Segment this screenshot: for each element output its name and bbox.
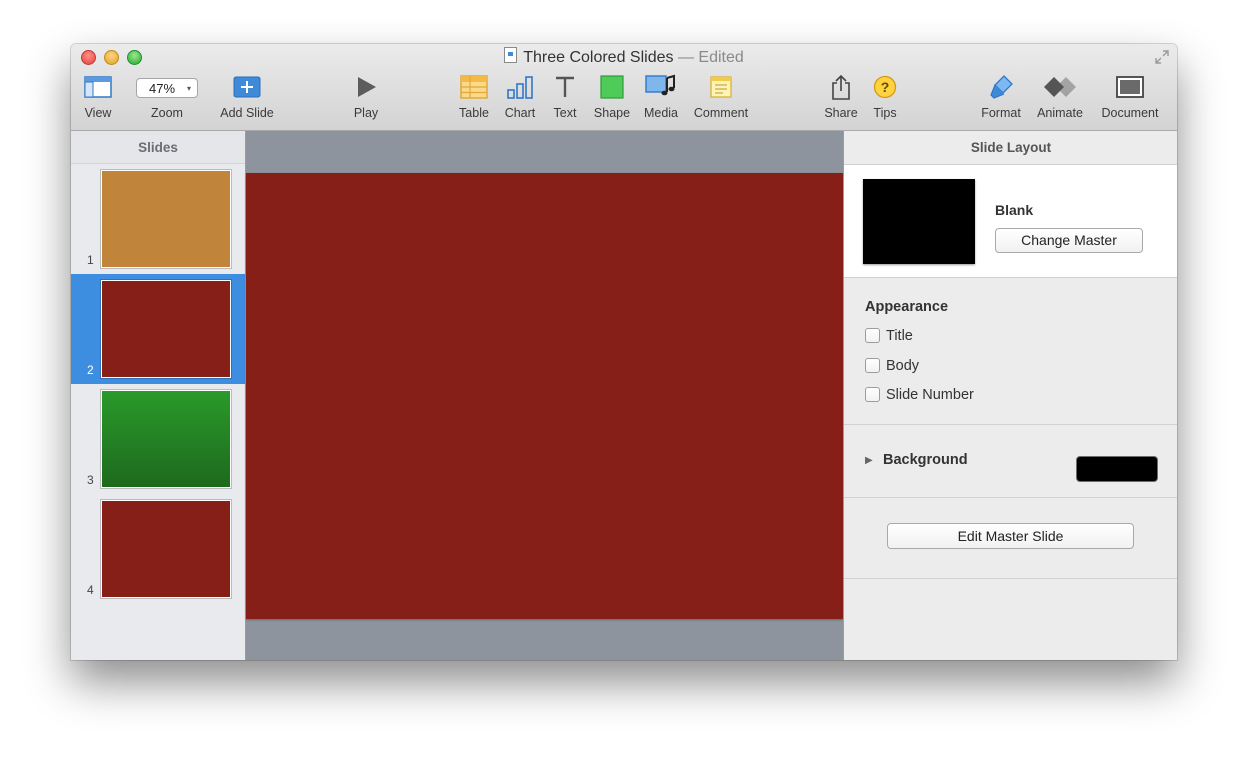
fullscreen-icon[interactable] (1155, 50, 1169, 64)
add-slide-button[interactable]: Add Slide (217, 72, 277, 120)
zoom-label: Zoom (151, 106, 183, 120)
view-label: View (84, 106, 112, 120)
slides-header: Slides (71, 131, 245, 164)
comment-label: Comment (693, 106, 749, 120)
text-button[interactable]: Text (549, 72, 581, 120)
add-slide-label: Add Slide (220, 106, 274, 120)
slide-thumbnail-row[interactable]: 4 (71, 494, 245, 604)
slide-thumbnail-row[interactable]: 1 (71, 164, 245, 274)
slide-number-checkbox-label: Slide Number (886, 387, 974, 403)
master-thumbnail[interactable] (863, 179, 975, 264)
animate-label: Animate (1037, 106, 1083, 120)
tips-label: Tips (873, 106, 897, 120)
slide-thumbnail[interactable] (101, 170, 231, 268)
master-section: Blank Change Master (844, 165, 1177, 278)
add-slide-icon (233, 76, 261, 101)
body-checkbox-row[interactable]: Body (865, 357, 919, 375)
title-checkbox-row[interactable]: Title (865, 327, 913, 345)
body-checkbox[interactable] (865, 358, 880, 373)
slide-number: 4 (87, 583, 94, 597)
inspector-title: Slide Layout (844, 131, 1177, 165)
appearance-title: Appearance (865, 299, 949, 315)
document-button[interactable]: Document (1097, 72, 1163, 120)
play-button[interactable]: Play (351, 72, 381, 120)
share-button[interactable]: Share (821, 72, 861, 120)
media-label: Media (643, 106, 679, 120)
table-icon (460, 74, 488, 102)
tips-icon: ? (873, 75, 897, 102)
slide-thumbnail[interactable] (101, 280, 231, 378)
slide-thumbnail-row[interactable]: 3 (71, 384, 245, 494)
view-icon (84, 75, 112, 101)
slide-number: 1 (87, 253, 94, 267)
keynote-window: Three Colored Slides — Edited View 47% ▾… (71, 44, 1177, 660)
format-label: Format (981, 106, 1021, 120)
chevron-down-icon: ▾ (186, 84, 191, 93)
slide-number: 2 (87, 363, 94, 377)
media-button[interactable]: Media (640, 72, 682, 120)
title-checkbox[interactable] (865, 328, 880, 343)
slide-number-checkbox-row[interactable]: Slide Number (865, 386, 974, 404)
master-name: Blank (995, 202, 1034, 218)
window-title: Three Colored Slides (523, 49, 674, 66)
share-label: Share (824, 106, 858, 120)
edit-master-section: Edit Master Slide (844, 498, 1177, 579)
shape-button[interactable]: Shape (592, 72, 632, 120)
current-slide[interactable] (246, 173, 843, 619)
background-color-well[interactable] (1076, 456, 1158, 482)
body-checkbox-label: Body (886, 358, 920, 374)
inspector-panel: Slide Layout Blank Change Master Appeara… (843, 131, 1177, 660)
slide-navigator: Slides 1 2 3 4 (71, 131, 246, 660)
play-label: Play (353, 106, 379, 120)
format-button[interactable]: Format (977, 72, 1025, 120)
tips-button[interactable]: ? Tips (868, 72, 902, 120)
animate-icon (1042, 75, 1078, 102)
slide-canvas[interactable] (246, 131, 843, 660)
format-icon (988, 74, 1014, 103)
view-button[interactable]: View (83, 72, 113, 120)
title-checkbox-label: Title (886, 328, 913, 344)
share-icon (830, 74, 852, 103)
comment-icon (709, 75, 733, 102)
zoom-select[interactable]: 47% ▾ (136, 78, 198, 98)
title-separator: — (677, 49, 694, 66)
slide-thumbnail[interactable] (101, 390, 231, 488)
zoom-value: 47% (148, 81, 176, 96)
chart-label: Chart (504, 106, 536, 120)
disclosure-triangle-icon[interactable]: ▶ (865, 455, 873, 466)
edited-status: Edited (698, 49, 744, 66)
media-icon (645, 74, 677, 103)
animate-button[interactable]: Animate (1033, 72, 1087, 120)
play-icon (354, 75, 378, 102)
chart-icon (506, 75, 534, 102)
chart-button[interactable]: Chart (502, 72, 538, 120)
change-master-button[interactable]: Change Master (995, 228, 1143, 253)
edit-master-slide-button[interactable]: Edit Master Slide (887, 523, 1134, 549)
document-icon (1116, 75, 1144, 101)
text-icon (553, 75, 577, 102)
table-button[interactable]: Table (456, 72, 492, 120)
zoom-control[interactable]: 47% ▾ Zoom (134, 72, 200, 120)
background-section: ▶ Background (844, 425, 1177, 498)
appearance-section: Appearance Title Body Slide Number (844, 278, 1177, 425)
comment-button[interactable]: Comment (689, 72, 753, 120)
shape-label: Shape (593, 106, 631, 120)
toolbar: Three Colored Slides — Edited View 47% ▾… (71, 44, 1177, 131)
document-proxy-icon[interactable] (504, 47, 518, 63)
window-title-bar: Three Colored Slides — Edited (71, 47, 1177, 69)
shape-icon (600, 74, 624, 102)
slide-number: 3 (87, 473, 94, 487)
background-label[interactable]: Background (883, 452, 968, 468)
slide-thumbnail-row[interactable]: 2 (71, 274, 245, 384)
svg-text:?: ? (881, 79, 890, 95)
text-label: Text (553, 106, 577, 120)
document-label: Document (1101, 106, 1159, 120)
table-label: Table (459, 106, 489, 120)
slide-number-checkbox[interactable] (865, 387, 880, 402)
slide-thumbnail[interactable] (101, 500, 231, 598)
